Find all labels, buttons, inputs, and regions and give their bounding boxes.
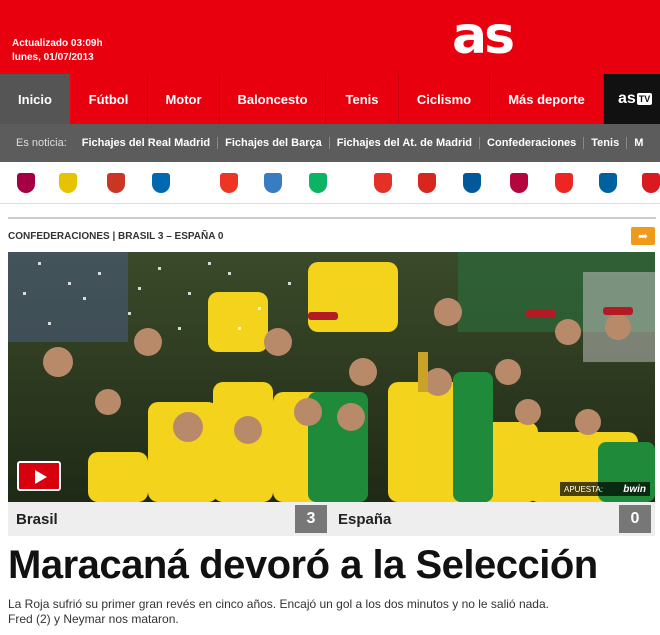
getafe-crest-icon[interactable] (463, 173, 481, 193)
espanyol-crest-icon[interactable] (599, 173, 617, 193)
real-sociedad-crest-icon[interactable] (152, 173, 170, 193)
section-breadcrumb[interactable]: CONFEDERACIONES | BRASIL 3 – ESPAÑA 0 (8, 231, 223, 242)
team-crests-bar (0, 162, 660, 204)
trending-link[interactable]: M (627, 137, 650, 149)
betis-crest-icon[interactable] (309, 173, 327, 193)
trending-link[interactable]: Tenis (584, 137, 628, 149)
nav-item-mas-deporte[interactable]: Más deporte (490, 74, 604, 124)
sponsor-brand: bwin (623, 483, 646, 495)
article-headline[interactable]: Maracaná devoró a la Selección (8, 543, 598, 588)
site-header: Actualizado 03:09h lunes, 01/07/2013 as (0, 0, 660, 74)
updated-date: lunes, 01/07/2013 (12, 52, 94, 63)
summary-line: La Roja sufrió su primer gran revés en c… (8, 597, 549, 611)
astv-badge: TV (636, 93, 653, 105)
away-team-name: España (338, 511, 392, 528)
sponsor-badge[interactable]: APUESTA: bwin (560, 482, 650, 496)
sponsor-label: APUESTA: (564, 484, 603, 494)
trending-link[interactable]: Fichajes del At. de Madrid (330, 137, 481, 149)
scoreboard[interactable]: Brasil 3 España 0 (8, 502, 655, 536)
last-updated: Actualizado 03:09h lunes, 01/07/2013 (12, 37, 103, 65)
nav-item-motor[interactable]: Motor (148, 74, 220, 124)
barcelona-crest-icon[interactable] (17, 173, 35, 193)
as-logo[interactable]: as (452, 6, 515, 66)
sevilla-crest-icon[interactable] (418, 173, 436, 193)
summary-line: Fred (2) y Neymar nos mataron. (8, 612, 179, 626)
nav-item-ciclismo[interactable]: Ciclismo (399, 74, 490, 124)
share-arrow-icon[interactable]: ➦ (631, 227, 655, 245)
astv-label: as (618, 90, 636, 107)
valencia-crest-icon[interactable] (220, 173, 238, 193)
match-photo[interactable]: APUESTA: bwin (8, 252, 655, 502)
updated-time: Actualizado 03:09h (12, 38, 103, 49)
atletico-crest-icon[interactable] (107, 173, 125, 193)
malaga-crest-icon[interactable] (264, 173, 282, 193)
trending-link[interactable]: Fichajes del Barça (218, 137, 330, 149)
astv-link[interactable]: as TV (604, 74, 660, 124)
section-divider (8, 217, 656, 219)
trending-bar: Es noticia: Fichajes del Real Madrid Fic… (0, 124, 660, 162)
main-nav: Inicio Fútbol Motor Baloncesto Tenis Cic… (0, 74, 660, 124)
away-team-score: 0 (619, 505, 651, 533)
celebration-image (8, 252, 655, 502)
levante-crest-icon[interactable] (510, 173, 528, 193)
play-video-button[interactable] (17, 461, 61, 491)
nav-item-tenis[interactable]: Tenis (326, 74, 399, 124)
nav-item-futbol[interactable]: Fútbol (70, 74, 148, 124)
trending-link[interactable]: Fichajes del Real Madrid (75, 137, 219, 149)
nav-item-baloncesto[interactable]: Baloncesto (220, 74, 326, 124)
home-team-name: Brasil (16, 511, 58, 528)
real-madrid-crest-icon[interactable] (59, 173, 77, 193)
osasuna-crest-icon[interactable] (642, 173, 660, 193)
article-summary: La Roja sufrió su primer gran revés en c… (8, 597, 656, 627)
trending-link[interactable]: Confederaciones (480, 137, 585, 149)
home-team-score: 3 (295, 505, 327, 533)
nav-item-inicio[interactable]: Inicio (0, 74, 70, 124)
athletic-crest-icon[interactable] (555, 173, 573, 193)
rayo-crest-icon[interactable] (374, 173, 392, 193)
trending-label: Es noticia: (16, 137, 67, 149)
